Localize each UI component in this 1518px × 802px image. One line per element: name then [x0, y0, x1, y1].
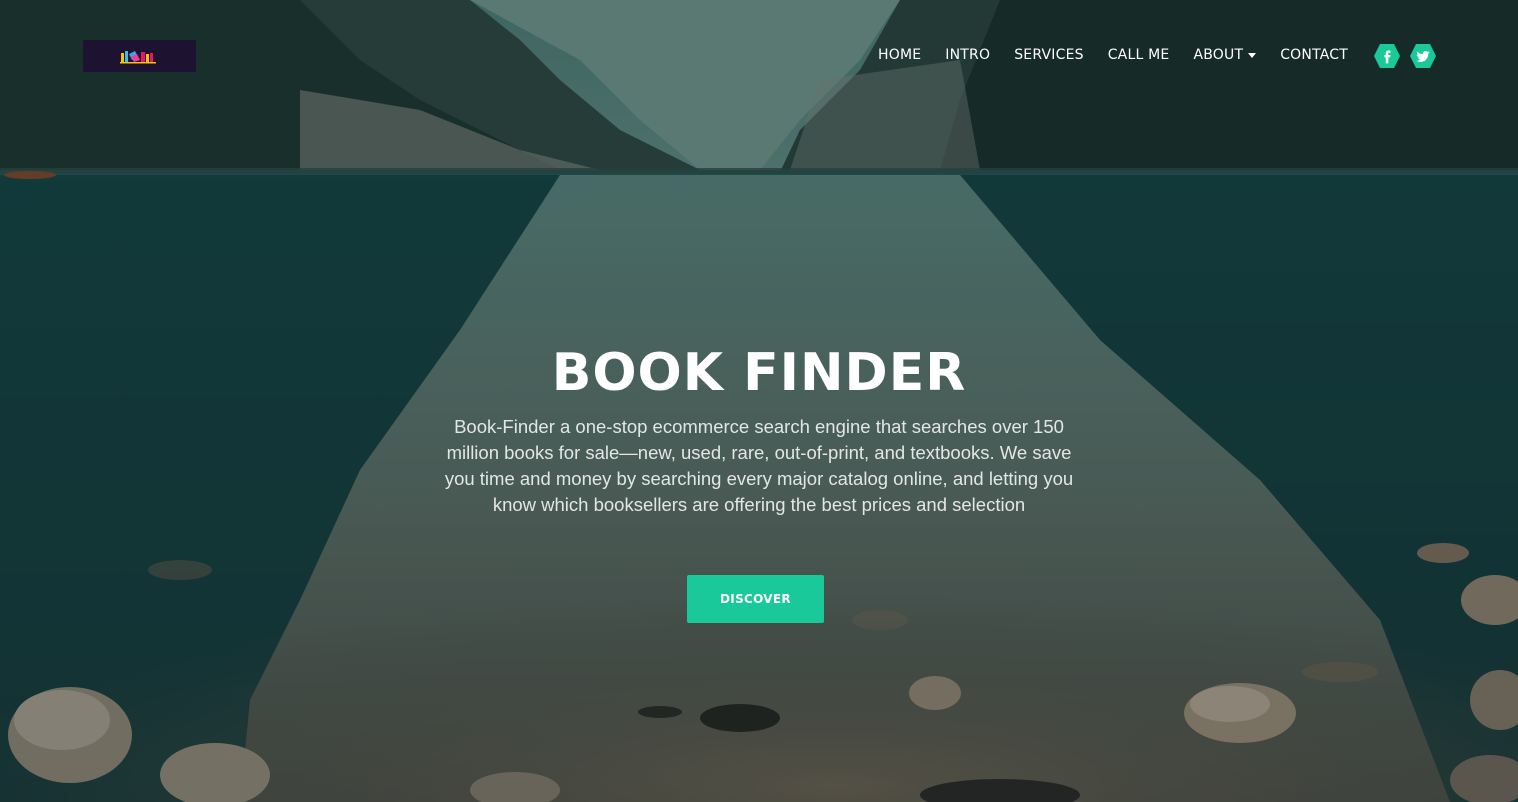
hero-description: Book-Finder a one-stop ecommerce search … — [444, 416, 1074, 515]
nav-item-label: CALL ME — [1107, 47, 1170, 63]
nav-item-about[interactable]: ABOUT — [1181, 44, 1268, 66]
nav-item-label: SERVICES — [1014, 47, 1084, 63]
facebook-icon — [1374, 44, 1400, 68]
nav-item-label: HOME — [878, 47, 922, 63]
nav-item-label: INTRO — [945, 47, 991, 63]
nav-item-label: ABOUT — [1193, 47, 1244, 63]
caret-down-icon — [1248, 53, 1257, 58]
nav-item-home[interactable]: HOME — [866, 44, 933, 66]
nav-item-call-me[interactable]: CALL ME — [1096, 44, 1182, 66]
hero-title: BOOK FINDER — [551, 343, 967, 403]
nav-item-contact[interactable]: CONTACT — [1268, 44, 1360, 66]
main-nav: HOME INTRO SERVICES CALL ME ABOUT CONTAC… — [866, 44, 1360, 66]
nav-item-services[interactable]: SERVICES — [1002, 44, 1096, 66]
twitter-link[interactable] — [1409, 42, 1437, 70]
hero-content: BOOK FINDER Book-Finder a one-stop ecomm… — [400, 336, 1118, 518]
logo-books-icon — [119, 51, 156, 64]
discover-button[interactable]: DISCOVER — [687, 575, 824, 623]
twitter-icon — [1410, 44, 1436, 68]
nav-item-label: CONTACT — [1280, 47, 1348, 63]
facebook-link[interactable] — [1373, 42, 1401, 70]
nav-item-intro[interactable]: INTRO — [933, 44, 1002, 66]
site-logo[interactable] — [83, 40, 196, 72]
page: HOME INTRO SERVICES CALL ME ABOUT CONTAC… — [0, 0, 1518, 802]
